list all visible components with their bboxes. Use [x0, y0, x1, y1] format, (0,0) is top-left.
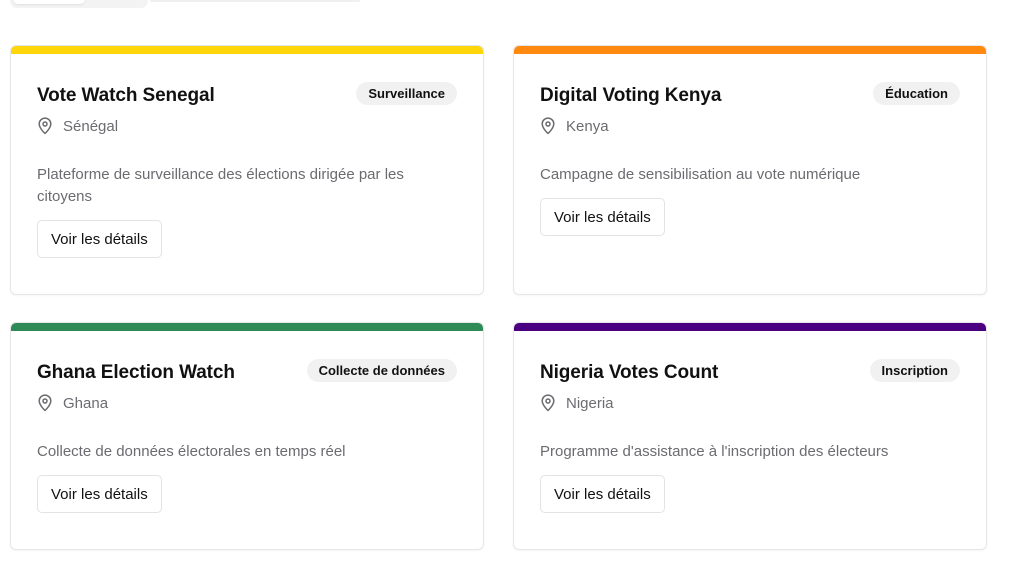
- project-card: Ghana Election Watch Collecte de données…: [10, 322, 484, 550]
- category-badge: Éducation: [873, 82, 960, 105]
- card-location: Sénégal: [37, 116, 457, 136]
- view-details-button[interactable]: Voir les détails: [37, 220, 162, 258]
- category-badge: Collecte de données: [306, 359, 457, 382]
- category-badge: Inscription: [869, 359, 960, 382]
- card-location: Ghana: [37, 393, 457, 413]
- card-description: Programme d'assistance à l'inscription d…: [540, 443, 889, 460]
- map-pin-icon: [37, 394, 53, 412]
- map-pin-icon: [37, 117, 53, 135]
- location-label: Kenya: [566, 117, 609, 135]
- card-accent-bar: [11, 46, 483, 54]
- view-toggle[interactable]: [10, 0, 148, 8]
- search-field-edge[interactable]: [150, 0, 360, 2]
- page: Vote Watch Senegal Surveillance Sénégal …: [0, 0, 1010, 573]
- location-label: Ghana: [63, 394, 109, 412]
- location-label: Sénégal: [63, 117, 119, 135]
- card-location: Kenya: [540, 116, 960, 136]
- map-pin-icon: [540, 394, 556, 412]
- view-details-button[interactable]: Voir les détails: [540, 198, 665, 236]
- map-pin-icon: [540, 117, 556, 135]
- card-accent-bar: [514, 46, 986, 54]
- card-location: Nigeria: [540, 393, 960, 413]
- project-card: Nigeria Votes Count Inscription Nigeria …: [513, 322, 987, 550]
- category-badge: Surveillance: [356, 82, 457, 105]
- card-description: Campagne de sensibilisation au vote numé…: [540, 166, 861, 183]
- card-accent-bar: [11, 323, 483, 331]
- view-toggle-active-segment[interactable]: [13, 0, 85, 4]
- card-description: Collecte de données électorales en temps…: [37, 443, 346, 460]
- project-card: Digital Voting Kenya Éducation Kenya Cam…: [513, 45, 987, 295]
- view-details-button[interactable]: Voir les détails: [540, 475, 665, 513]
- view-details-button[interactable]: Voir les détails: [37, 475, 162, 513]
- card-accent-bar: [514, 323, 986, 331]
- card-description: Plateforme de surveillance des élections…: [37, 166, 404, 205]
- location-label: Nigeria: [566, 394, 614, 412]
- project-card: Vote Watch Senegal Surveillance Sénégal …: [10, 45, 484, 295]
